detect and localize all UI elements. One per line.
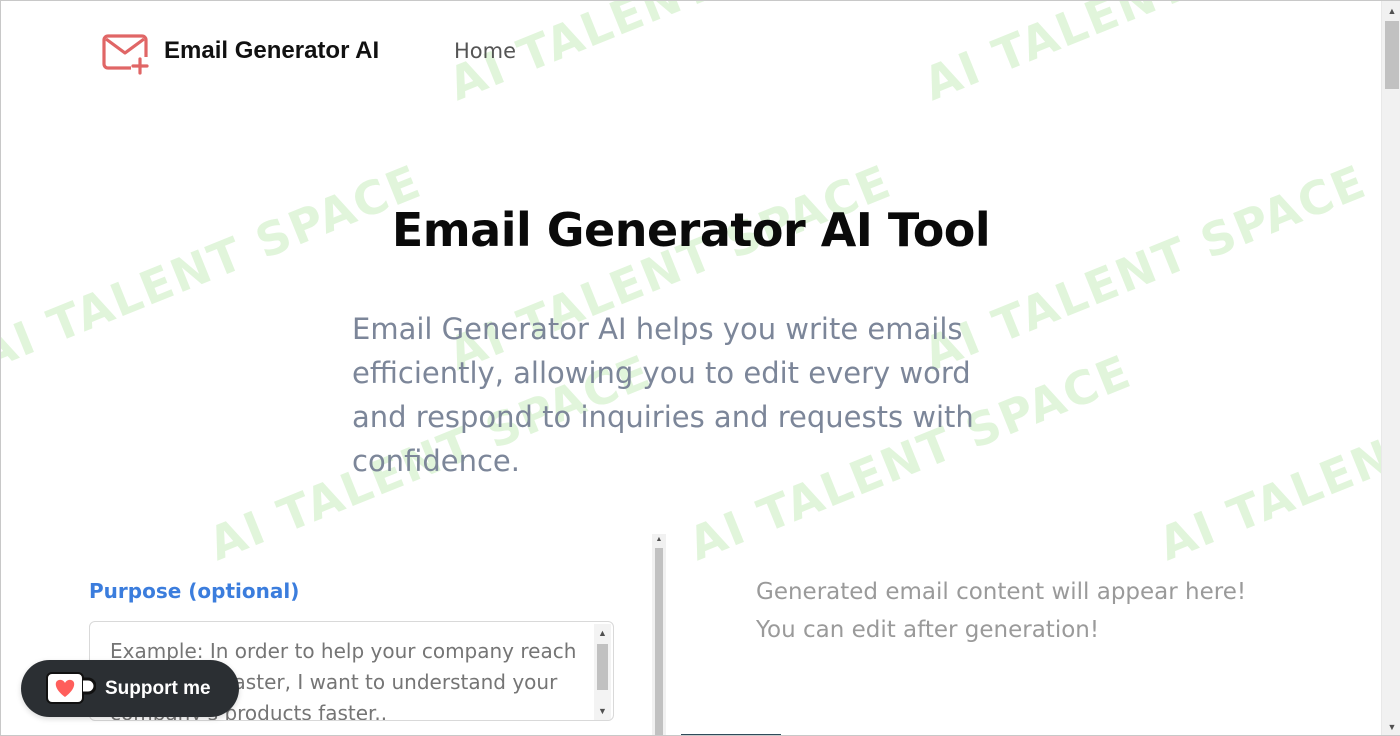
mail-plus-icon	[102, 34, 149, 75]
page-title: Email Generator AI Tool	[391, 203, 991, 257]
page-scrollbar[interactable]: ▲ ▼	[1381, 1, 1400, 735]
nav-home-link[interactable]: Home	[454, 39, 516, 63]
header: Email Generator AI Home	[1, 1, 1381, 101]
support-me-button[interactable]: Support me	[21, 660, 239, 717]
coffee-cup-heart-icon	[46, 672, 96, 704]
watermark-text: AI TALENT SPACE	[1151, 344, 1400, 572]
panel-scrollbar[interactable]: ▲	[652, 534, 666, 735]
scrollbar-thumb[interactable]	[655, 548, 663, 735]
support-me-label: Support me	[105, 678, 211, 699]
brand-name[interactable]: Email Generator AI	[164, 37, 379, 65]
generated-email-output[interactable]: Generated email content will appear here…	[756, 573, 1276, 649]
scrollbar-thumb[interactable]	[1385, 21, 1399, 89]
scroll-up-arrow-icon[interactable]: ▲	[1382, 3, 1400, 19]
scroll-down-arrow-icon[interactable]: ▼	[1382, 719, 1400, 735]
scrollbar-thumb[interactable]	[597, 644, 608, 690]
hero-description: Email Generator AI helps you write email…	[352, 312, 974, 478]
scroll-up-arrow-icon[interactable]: ▲	[594, 626, 611, 640]
scroll-down-arrow-icon[interactable]: ▼	[594, 704, 611, 718]
textarea-scrollbar[interactable]: ▲ ▼	[594, 624, 611, 720]
scroll-up-arrow-icon[interactable]: ▲	[652, 534, 666, 546]
page: AI TALENT SPACE AI TALENT SPACE AI TALEN…	[0, 0, 1400, 736]
purpose-label: Purpose (optional)	[89, 579, 300, 603]
